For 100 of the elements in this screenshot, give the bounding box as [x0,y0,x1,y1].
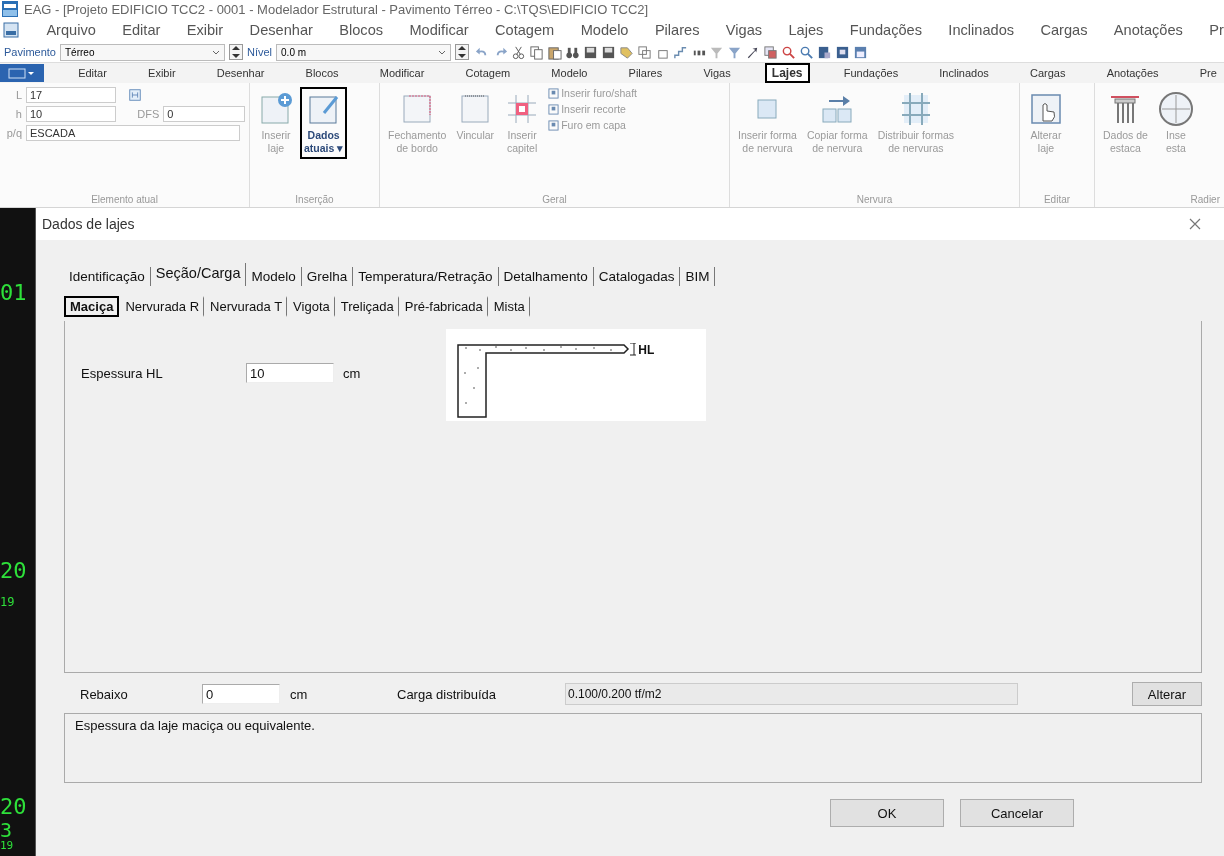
tab[interactable]: BIM [680,267,716,286]
menu-item[interactable]: Pr [1209,22,1224,38]
ribbon-tab[interactable]: Cargas [1023,64,1073,82]
ribbon-tab[interactable]: Pre [1192,64,1224,82]
hand-icon [1028,91,1064,127]
canvas-label: 19 [0,596,15,608]
cancel-button[interactable]: Cancelar [960,799,1074,827]
menu-item[interactable]: Desenhar [249,22,313,38]
input-field[interactable]: ESCADA [26,125,240,141]
menu-item[interactable]: Editar [122,22,161,38]
help-text: Espessura da laje maciça ou equivalente. [75,718,315,733]
nivel-dropdown[interactable]: 0.0 m [276,43,452,61]
field-label: Carga distribuída [397,686,497,702]
ribbon-tab[interactable]: Fundações [836,64,906,82]
copy-icon[interactable] [529,44,545,60]
document-icon[interactable] [2,21,20,39]
layers-icon[interactable] [763,44,779,60]
paste-icon[interactable] [547,44,563,60]
menu-item[interactable]: Blocos [339,22,384,38]
square-icon [548,119,560,131]
tab[interactable]: Nervurada T [204,296,288,317]
ribbon-tab[interactable]: Pilares [621,64,670,82]
menu-item[interactable]: Modificar [409,22,469,38]
ribbon-tab[interactable]: Desenhar [209,64,272,82]
tab[interactable]: Seção/Carga [150,263,247,286]
cut-icon[interactable] [511,44,527,60]
save-icon[interactable] [601,44,617,60]
zoom-icon[interactable] [781,44,797,60]
load-field: 0.100/0.200 tf/m2 [565,683,1018,705]
ribbon-button[interactable]: Dados atuais ▾ [300,87,348,159]
canvas-label: 20 [0,560,27,582]
menu-item[interactable]: Cargas [1040,22,1088,38]
tab[interactable]: Treliçada [334,296,399,317]
menu-item[interactable]: Vigas [725,22,763,38]
unit-label: cm [343,365,361,381]
menu-icon [7,66,37,80]
caret-icon [212,48,220,56]
field-label: h [14,108,22,120]
ribbon-tab[interactable]: Modelo [544,64,595,82]
tab[interactable]: Catalogadas [593,267,681,286]
page-icon[interactable] [853,44,869,60]
ribbon-tab[interactable]: Exibir [141,64,183,82]
input-field[interactable]: 10 [25,106,116,122]
ribbon-tab[interactable]: Blocos [298,64,346,82]
menu-item[interactable]: Arquivo [46,22,96,38]
caret-icon [438,48,447,56]
canvas-label: 01 [0,282,27,304]
ribbon-tab[interactable]: Editar [71,64,114,82]
menu-item[interactable]: Fundações [849,22,922,38]
nivel-label: Nível [247,46,273,58]
ribbon-tab[interactable]: Vigas [696,64,738,82]
ribbon-tab[interactable]: Anotações [1099,64,1166,82]
zoom-icon[interactable] [799,44,815,60]
input-field[interactable]: 0 [163,106,245,122]
tab[interactable]: Temperatura/Retração [353,267,499,286]
tab[interactable]: Mista [487,296,530,317]
tab[interactable]: Grelha [301,267,354,286]
alterar-button[interactable]: Alterar [1132,682,1202,706]
canvas-label: 3 [0,820,13,840]
save-icon[interactable] [583,44,599,60]
dialog-title: Dados de lajes [42,216,135,232]
square-icon [548,87,560,99]
close-icon[interactable] [1188,217,1202,231]
menu-item[interactable]: Pilares [654,22,700,38]
ribbon-tab[interactable]: Lajes [764,63,810,83]
menu-item[interactable]: Lajes [788,22,824,38]
tab[interactable]: Nervurada R [119,296,205,317]
stairs-icon[interactable] [673,44,689,60]
input-field[interactable]: 17 [26,87,116,103]
canvas-label: 20 [0,796,27,818]
spinner-icon[interactable] [455,44,470,60]
ribbon-tab[interactable]: Cotagem [458,64,518,82]
ribbon-tab[interactable]: Modificar [372,64,432,82]
spinner-icon[interactable] [229,44,243,60]
frame-icon[interactable] [637,44,653,60]
application-menu-button[interactable] [0,64,44,82]
tab[interactable]: Maciça [64,296,120,317]
pick-icon[interactable] [128,88,142,102]
tab[interactable]: Pré-fabricada [398,296,488,317]
menu-item[interactable]: Inclinados [948,22,1015,38]
menu-item[interactable]: Cotagem [495,22,555,38]
page-icon[interactable] [835,44,851,60]
menu-item[interactable]: Exibir [186,22,224,38]
tab[interactable]: Modelo [246,267,302,286]
menu-item[interactable]: Modelo [580,22,629,38]
ribbon-tab[interactable]: Inclinados [932,64,996,82]
tab[interactable]: Detalhamento [498,267,594,286]
ok-button[interactable]: OK [830,799,944,827]
field-label: p/q [5,127,22,139]
tab[interactable]: Identificação [64,267,151,286]
group-title: Radier [1189,194,1220,205]
tab[interactable]: Vigota [287,296,335,317]
page-icon[interactable] [817,44,833,60]
menu-item[interactable]: Anotações [1113,22,1183,38]
input-field[interactable]: 0 [202,684,280,704]
pavimento-dropdown[interactable]: Térreo [60,43,225,61]
field-label: DFS [136,108,160,120]
square-icon [548,103,560,115]
input-field[interactable]: 10 [246,363,334,383]
canvas-label: 19 [0,840,14,851]
